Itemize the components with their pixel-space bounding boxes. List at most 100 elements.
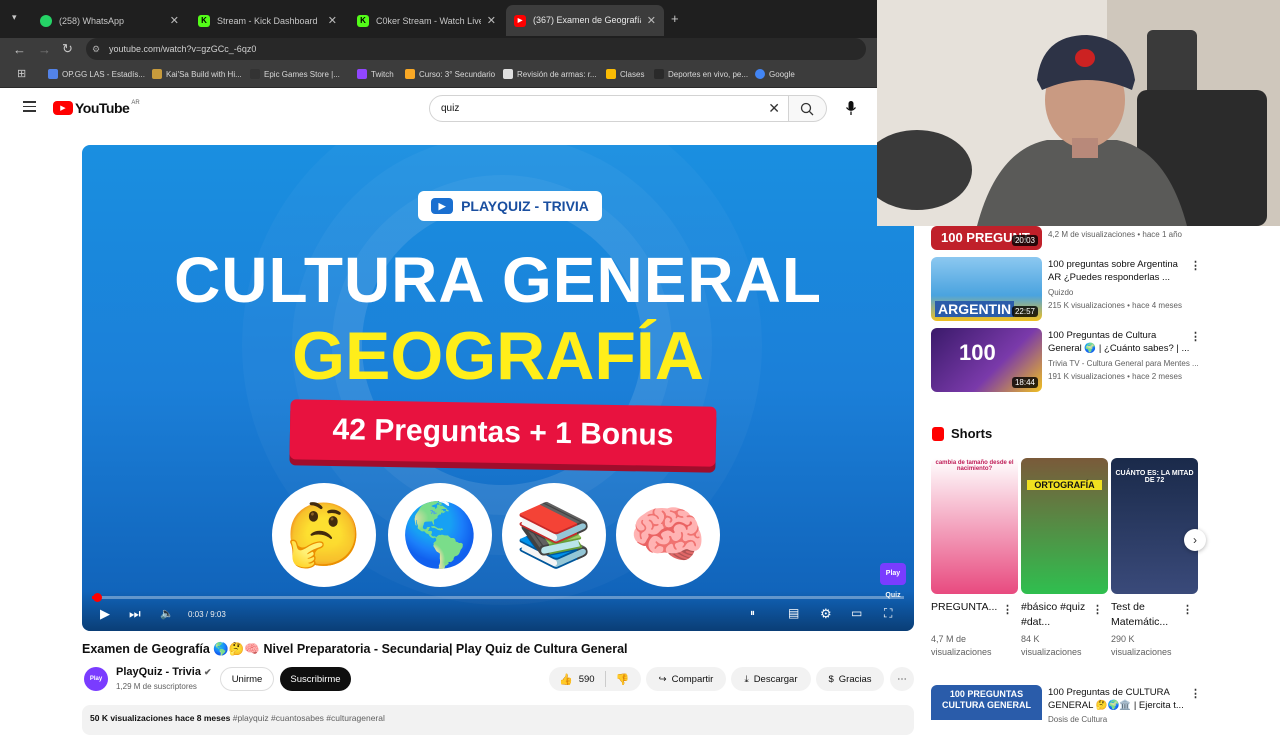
short-title[interactable]: Test de Matemátic... — [1111, 600, 1189, 630]
autoplay-toggle-icon[interactable]: ⏸ — [750, 608, 755, 619]
shorts-next-arrow-icon[interactable]: › — [1184, 529, 1206, 551]
bookmark-label: Clases — [620, 69, 645, 79]
progress-scrubber[interactable] — [92, 593, 102, 602]
thanks-button[interactable]: $ Gracias — [816, 667, 884, 691]
new-tab-button[interactable]: + — [671, 11, 679, 26]
related-video-channel[interactable]: Trivia TV - Cultura General para Mentes … — [1048, 358, 1208, 370]
play-icon[interactable]: ▶ — [100, 606, 110, 622]
reload-icon[interactable]: ↻ — [62, 41, 73, 57]
theater-mode-icon[interactable]: ▭ — [851, 606, 862, 620]
description-tags[interactable]: #playquiz #cuantosabes #culturageneral — [233, 713, 385, 723]
bookmark-clases[interactable]: Clases — [606, 69, 644, 79]
youtube-play-icon: ▶ — [53, 101, 73, 115]
site-info-icon[interactable]: ⚙ — [92, 38, 100, 60]
url-field[interactable]: ⚙ youtube.com/watch?v=gzGCc_-6qz0 — [86, 38, 866, 60]
more-vertical-icon[interactable]: ⋮ — [1092, 603, 1103, 616]
search-input[interactable]: quiz ✕ — [429, 95, 789, 122]
close-icon[interactable]: ✕ — [170, 14, 179, 27]
channel-name[interactable]: PlayQuiz - Trivia ✔ — [116, 666, 212, 678]
tab-kick-dashboard[interactable]: K Stream - Kick Dashboard ✕ — [190, 7, 345, 34]
bookmark-label: Revisión de armas: r... — [517, 69, 597, 79]
tab-search-chevron-icon[interactable]: ▾ — [12, 12, 17, 23]
verified-icon: ✔ — [204, 667, 212, 677]
related-video-title[interactable]: 100 preguntas sobre Argentina AR ¿Puedes… — [1048, 258, 1190, 284]
classroom-icon — [606, 69, 616, 79]
like-count[interactable]: 590 — [579, 674, 595, 685]
bookmark-deportes[interactable]: Deportes en vivo, pe... — [654, 69, 748, 79]
video-player[interactable]: ▶ PLAYQUIZ - TRIVIA CULTURA GENERAL GEOG… — [82, 145, 914, 631]
short-views: 84 K visualizaciones — [1021, 634, 1082, 657]
bookmark-curso[interactable]: Curso: 3° Secundario — [405, 69, 495, 79]
menu-icon[interactable] — [23, 101, 36, 112]
share-icon: ↪ — [658, 673, 667, 685]
like-icon[interactable]: 👍 — [559, 673, 573, 686]
thumbnail-badge-text: PLAYQUIZ - TRIVIA — [461, 198, 589, 214]
progress-bar[interactable] — [92, 593, 904, 602]
related-video-thumbnail[interactable]: ARGENTIN 22:57 — [931, 257, 1042, 321]
bookmark-google[interactable]: Google — [755, 69, 795, 79]
close-icon[interactable]: ✕ — [328, 14, 337, 27]
join-button[interactable]: Unirme — [220, 667, 274, 691]
opgg-icon — [48, 69, 58, 79]
bookmark-epic[interactable]: Epic Games Store |... — [250, 69, 340, 79]
search-button[interactable] — [789, 95, 827, 122]
related-video-thumbnail[interactable]: 100 PREGUNT 20:03 — [931, 226, 1042, 250]
bookmark-revision[interactable]: Revisión de armas: r... — [503, 69, 597, 79]
related-video-title[interactable]: 100 Preguntas de CULTURA GENERAL 🤔🌍🏛️ | … — [1048, 686, 1190, 712]
more-vertical-icon[interactable]: ⋮ — [1190, 330, 1201, 343]
tab-whatsapp[interactable]: (258) WhatsApp ✕ — [32, 7, 187, 34]
related-video-thumbnail[interactable]: 100 18:44 — [931, 328, 1042, 392]
close-icon[interactable]: ✕ — [487, 14, 496, 27]
short-thumbnail[interactable]: CUÁNTO ES: LA MITAD DE 72 — [1111, 458, 1198, 594]
clear-search-icon[interactable]: ✕ — [768, 96, 780, 121]
more-vertical-icon[interactable]: ⋮ — [1190, 687, 1201, 700]
region-code: AR — [131, 100, 140, 106]
subtitles-icon[interactable]: ▤ — [788, 606, 799, 620]
microphone-icon[interactable] — [845, 100, 857, 121]
more-vertical-icon[interactable]: ⋮ — [1182, 603, 1193, 616]
download-button[interactable]: ⤓ Descargar — [731, 667, 811, 691]
short-title[interactable]: PREGUNTA... — [931, 600, 1009, 615]
more-actions-button[interactable]: ⋯ — [890, 667, 914, 691]
settings-icon[interactable]: ⚙ — [820, 606, 832, 622]
related-video-title[interactable]: 100 Preguntas de Cultura General 🌍 | ¿Cu… — [1048, 329, 1190, 355]
tab-kick-stream[interactable]: K C0ker Stream - Watch Live on Kick ✕ — [349, 7, 504, 34]
bookmarks-bar: ⊞ OP.GG LAS - Estadís... Kai'Sa Build wi… — [0, 62, 877, 88]
google-icon — [755, 69, 765, 79]
forward-arrow-icon[interactable]: → — [38, 42, 51, 57]
download-label: Descargar — [753, 673, 798, 685]
youtube-logo[interactable]: ▶ YouTube AR — [53, 100, 140, 116]
url-text: youtube.com/watch?v=gzGCc_-6qz0 — [109, 44, 257, 54]
apps-grid-icon[interactable]: ⊞ — [17, 67, 26, 80]
bookmark-opgg[interactable]: OP.GG LAS - Estadís... — [48, 69, 145, 79]
channel-watermark[interactable]: Play Quiz — [880, 563, 906, 599]
whatsapp-icon — [40, 14, 52, 27]
bookmark-label: Kai'Sa Build with Hi... — [166, 69, 242, 79]
more-vertical-icon[interactable]: ⋮ — [1190, 259, 1201, 272]
channel-avatar[interactable]: Play Quiz — [84, 667, 108, 706]
bookmark-label: Curso: 3° Secundario — [419, 69, 496, 79]
fullscreen-icon[interactable]: ⛶ — [884, 606, 892, 621]
short-thumbnail[interactable]: cambia de tamaño desde el nacimiento? — [931, 458, 1018, 594]
back-arrow-icon[interactable]: ← — [13, 42, 26, 57]
dislike-icon[interactable]: 👎 — [616, 673, 630, 686]
bookmark-twitch[interactable]: Twitch — [357, 69, 394, 79]
volume-icon[interactable]: 🔈 — [160, 607, 174, 620]
short-thumbnail[interactable]: ORTOGRAFÍA — [1021, 458, 1108, 594]
tab-youtube-active[interactable]: ▶ (367) Examen de Geografía 🌍 🤔 ✕ — [506, 5, 664, 36]
related-video-channel[interactable]: Quizdo — [1048, 287, 1208, 299]
related-video-thumbnail[interactable]: 100 PREGUNTAS CULTURA GENERAL — [931, 685, 1042, 720]
close-icon[interactable]: ✕ — [647, 14, 656, 27]
share-button[interactable]: ↪ Compartir — [646, 667, 726, 691]
bookmark-kaisa[interactable]: Kai'Sa Build with Hi... — [152, 69, 242, 79]
bookmark-label: Twitch — [371, 69, 394, 79]
related-video-channel[interactable]: Dosis de Cultura — [1048, 714, 1208, 726]
description-box[interactable]: 50 K visualizaciones hace 8 meses #playq… — [82, 705, 914, 735]
curso-icon — [405, 69, 415, 79]
subscribe-button[interactable]: Suscribirme — [280, 667, 351, 691]
video-duration: 20:03 — [1011, 235, 1038, 246]
related-video-meta: 215 K visualizaciones • hace 4 meses — [1048, 301, 1182, 310]
more-vertical-icon[interactable]: ⋮ — [1002, 603, 1013, 616]
short-title[interactable]: #básico #quiz #dat... — [1021, 600, 1099, 630]
next-icon[interactable]: ⏭ — [129, 606, 141, 622]
